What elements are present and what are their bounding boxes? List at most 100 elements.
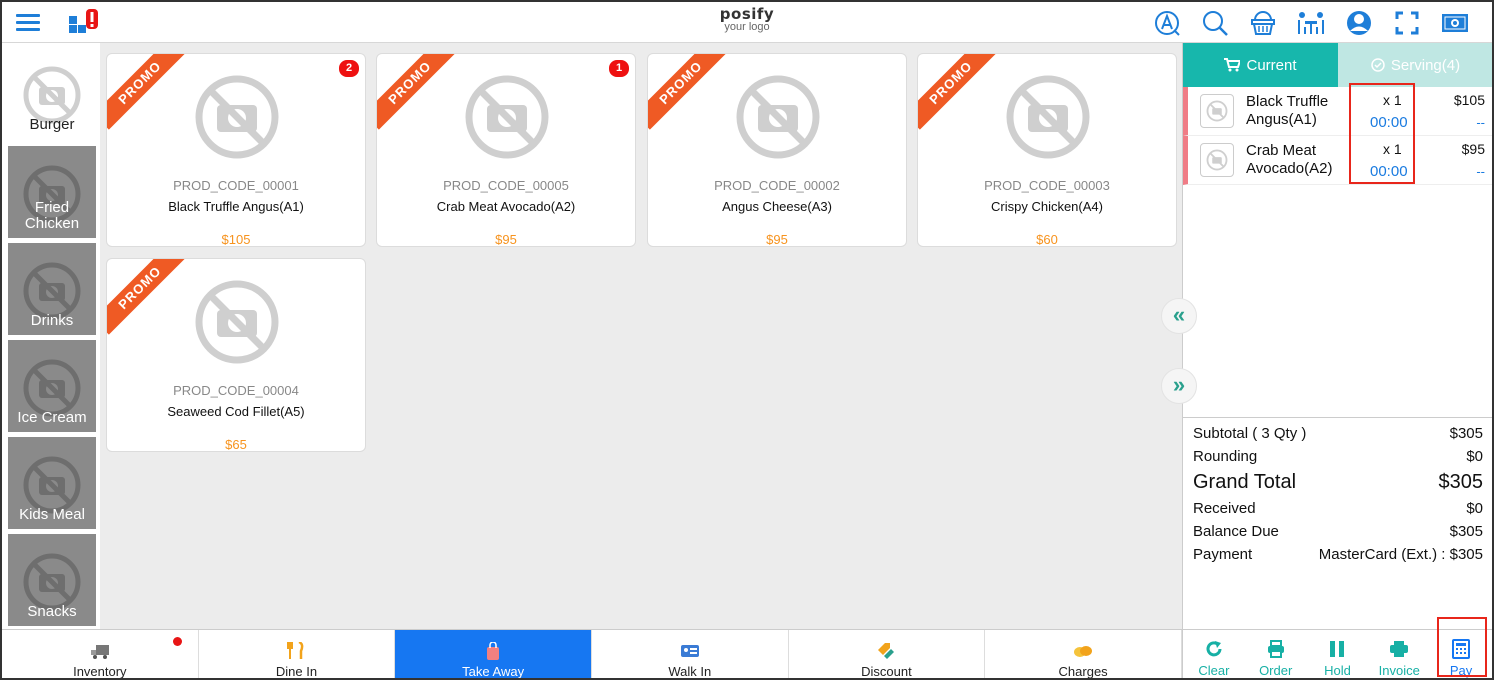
tab-serving-label: Serving(4) [1390, 56, 1461, 74]
tags-icon [878, 643, 895, 659]
discount-button[interactable]: Discount [789, 630, 986, 678]
utensils-icon [287, 642, 304, 659]
order-item[interactable]: Black Truffle Angus(A1) x 1 00:00 $105 -… [1183, 87, 1492, 136]
product-card[interactable]: PROMO PROD_CODE_00002 Angus Cheese(A3) $… [647, 53, 907, 247]
user-icon[interactable] [1342, 8, 1376, 38]
tab-current[interactable]: Current [1183, 43, 1338, 87]
product-price: $105 [221, 232, 251, 247]
cash-icon[interactable] [1438, 8, 1472, 38]
search-icon[interactable] [1198, 8, 1232, 38]
order-label: Order [1259, 663, 1293, 678]
take-away-label: Take Away [462, 664, 525, 679]
totals: Subtotal ( 3 Qty ) $305 Rounding $0 Gran… [1183, 417, 1492, 566]
product-name: Black Truffle Angus(A1) [168, 199, 304, 214]
hold-button[interactable]: Hold [1307, 630, 1367, 678]
balance-value: $305 [1449, 523, 1483, 540]
category-label: Fried Chicken [24, 199, 80, 232]
order-button[interactable]: Order [1246, 630, 1306, 678]
invoice-button[interactable]: Invoice [1369, 630, 1429, 678]
promo-ribbon: PROMO [918, 54, 998, 130]
order-panel: Current Serving(4) Black Truffle Angus(A… [1161, 43, 1492, 629]
category-label: Burger [29, 116, 75, 133]
category-drinks[interactable]: Drinks [8, 243, 96, 335]
font-a-icon[interactable] [1150, 8, 1184, 38]
walk-in-label: Walk In [668, 664, 712, 679]
promo-ribbon: PROMO [377, 54, 457, 130]
category-ice-cream[interactable]: Ice Cream [8, 340, 96, 432]
no-image-icon [1200, 94, 1234, 128]
product-code: PROD_CODE_00005 [443, 178, 569, 193]
order-item-discount: -- [1476, 164, 1485, 179]
dine-in-button[interactable]: Dine In [199, 630, 396, 679]
hold-label: Hold [1324, 663, 1351, 678]
collapse-left-button[interactable]: « [1161, 298, 1197, 334]
highlight-box [1437, 617, 1487, 677]
grand-total-value: $305 [1438, 471, 1484, 493]
inventory-label: Inventory [73, 664, 127, 679]
category-kids-meal[interactable]: Kids Meal [8, 437, 96, 529]
payment-label: Payment [1193, 546, 1253, 563]
balance-label: Balance Due [1193, 523, 1279, 540]
charges-button[interactable]: Charges [985, 630, 1182, 679]
subtotal-row: Subtotal ( 3 Qty ) $305 [1193, 422, 1483, 445]
product-grid: PROMO 2 PROD_CODE_00001 Black Truffle An… [100, 43, 1180, 629]
inventory-button[interactable]: Inventory [2, 630, 199, 679]
subtotal-value: $305 [1449, 425, 1483, 442]
take-away-button[interactable]: Take Away [395, 630, 592, 679]
category-snacks[interactable]: Snacks [8, 534, 96, 626]
product-card[interactable]: PROMO PROD_CODE_00003 Crispy Chicken(A4)… [917, 53, 1177, 247]
payment-row: Payment MasterCard (Ext.) : $305 [1193, 543, 1483, 566]
order-type-bar: Inventory Dine In Take Away Walk In Disc… [2, 629, 1182, 679]
product-name: Seaweed Cod Fillet(A5) [167, 404, 305, 419]
product-card[interactable]: PROMO PROD_CODE_00004 Seaweed Cod Fillet… [106, 258, 366, 452]
header-toolbar [1150, 8, 1472, 38]
category-burger[interactable]: Burger [8, 47, 96, 139]
dine-in-label: Dine In [275, 664, 318, 679]
coins-icon [1074, 646, 1093, 657]
fullscreen-icon[interactable] [1390, 8, 1424, 38]
order-item-price: $95 [1461, 141, 1485, 157]
category-label: Snacks [27, 603, 77, 620]
product-code: PROD_CODE_00001 [173, 178, 299, 193]
promo-ribbon: PROMO [107, 259, 187, 335]
category-label: Drinks [30, 312, 74, 329]
refresh-icon [1205, 639, 1223, 659]
pos-window: posify your logo Burger Fried Chicken Dr… [0, 0, 1494, 680]
bag-icon [487, 642, 500, 660]
promo-ribbon: PROMO [648, 54, 728, 130]
clear-button[interactable]: Clear [1184, 630, 1244, 678]
no-image-icon [1200, 143, 1234, 177]
subtotal-label: Subtotal ( 3 Qty ) [1193, 425, 1307, 442]
clear-label: Clear [1198, 663, 1230, 678]
category-sidebar: Burger Fried Chicken Drinks Ice Cream Ki… [2, 43, 100, 629]
expand-right-button[interactable]: » [1161, 368, 1197, 404]
table-people-icon[interactable] [1294, 8, 1328, 38]
header: posify your logo [2, 2, 1492, 43]
no-image-icon [465, 72, 549, 167]
charges-label: Charges [1058, 664, 1108, 679]
category-fried-chicken[interactable]: Fried Chicken [8, 146, 96, 238]
product-card[interactable]: PROMO 2 PROD_CODE_00001 Black Truffle An… [106, 53, 366, 247]
no-image-icon [195, 72, 279, 167]
product-code: PROD_CODE_00002 [714, 178, 840, 193]
order-tabs: Current Serving(4) [1183, 43, 1492, 87]
product-name: Crispy Chicken(A4) [991, 199, 1103, 214]
grand-total-label: Grand Total [1193, 471, 1297, 493]
pause-icon [1328, 639, 1346, 659]
product-card[interactable]: PROMO 1 PROD_CODE_00005 Crab Meat Avocad… [376, 53, 636, 247]
rounding-label: Rounding [1193, 448, 1258, 465]
basket-icon[interactable] [1246, 8, 1280, 38]
truck-icon [90, 645, 109, 659]
balance-row: Balance Due $305 [1193, 520, 1483, 543]
order-item[interactable]: Crab Meat Avocado(A2) x 1 00:00 $95 -- [1183, 136, 1492, 185]
received-label: Received [1193, 500, 1256, 517]
rounding-row: Rounding $0 [1193, 445, 1483, 468]
grand-total-row: Grand Total $305 [1193, 468, 1483, 497]
product-price: $60 [1036, 232, 1058, 247]
product-code: PROD_CODE_00003 [984, 178, 1110, 193]
tab-serving[interactable]: Serving(4) [1338, 43, 1492, 87]
quantity-badge: 2 [339, 60, 359, 77]
product-price: $65 [225, 437, 247, 452]
received-row: Received $0 [1193, 497, 1483, 520]
walk-in-button[interactable]: Walk In [592, 630, 789, 679]
